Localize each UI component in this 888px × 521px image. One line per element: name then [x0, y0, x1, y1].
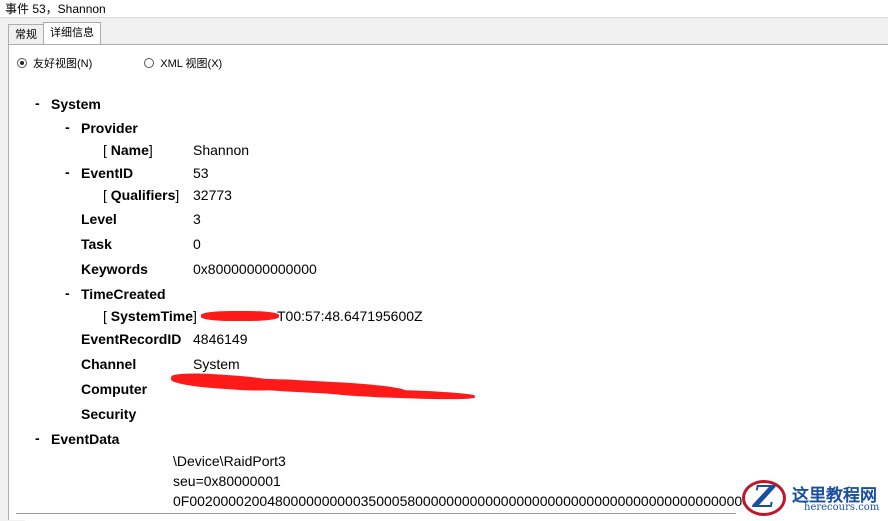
xml-view-label[interactable]: XML 视图(X)	[160, 55, 222, 71]
node-security: Security	[81, 406, 137, 422]
eventid-value: 53	[193, 165, 209, 181]
attr-qualifiers: [ Qualifiers]	[103, 187, 180, 203]
redaction-mark	[324, 387, 476, 401]
attr-systemtime-value: T00:57:48.647195600Z	[277, 308, 423, 324]
friendly-view-radio[interactable]	[17, 58, 27, 68]
tab-bar: 常规 详细信息	[8, 22, 101, 46]
eventdata-line: 0F00200002004800000000003500058000000000…	[173, 493, 753, 509]
view-options: 友好视图(N) XML 视图(X)	[17, 55, 274, 71]
node-channel: Channel	[81, 356, 137, 372]
node-level: Level	[81, 211, 117, 227]
node-system: System	[51, 96, 101, 112]
eventdata-line: seu=0x80000001	[173, 473, 281, 489]
collapse-eventid-toggle[interactable]: -	[65, 164, 70, 180]
tab-details[interactable]: 详细信息	[43, 22, 101, 46]
friendly-view-label[interactable]: 友好视图(N)	[33, 55, 92, 71]
collapse-provider-toggle[interactable]: -	[65, 119, 70, 135]
attr-name-key: Name	[110, 142, 149, 158]
watermark-logo-icon: Z	[742, 480, 786, 516]
task-value: 0	[193, 236, 201, 252]
level-value: 3	[193, 211, 201, 227]
keywords-value: 0x80000000000000	[193, 261, 317, 277]
xml-view-radio[interactable]	[144, 58, 155, 68]
eventrecordid-value: 4846149	[193, 331, 248, 347]
event-detail-tree: - System - Provider [ Name] Shannon - Ev…	[25, 81, 888, 521]
redaction-mark	[201, 311, 279, 321]
collapse-timecreated-toggle[interactable]: -	[65, 285, 70, 301]
node-computer: Computer	[81, 381, 148, 397]
node-eventdata: EventData	[51, 431, 120, 447]
collapse-eventdata-toggle[interactable]: -	[35, 430, 40, 446]
attr-systemtime: [ SystemTime]	[103, 308, 197, 324]
node-eventid: EventID	[81, 165, 134, 181]
node-task: Task	[81, 236, 112, 252]
watermark-url: herecours.com	[804, 502, 880, 513]
divider	[16, 513, 736, 514]
attr-name: [ Name]	[103, 142, 153, 158]
eventdata-line: \Device\RaidPort3	[173, 453, 286, 469]
attr-name-value: Shannon	[193, 142, 250, 158]
details-panel: 友好视图(N) XML 视图(X) - System - Provider [ …	[8, 44, 888, 521]
attr-qualifiers-key: Qualifiers	[110, 187, 176, 203]
window-title: 事件 53，Shannon	[0, 0, 888, 18]
tab-general[interactable]: 常规	[8, 24, 44, 45]
node-provider: Provider	[81, 120, 138, 136]
attr-systemtime-key: SystemTime	[110, 308, 194, 324]
node-keywords: Keywords	[81, 261, 148, 277]
attr-qualifiers-value: 32773	[193, 187, 232, 203]
node-eventrecordid: EventRecordID	[81, 331, 182, 347]
collapse-system-toggle[interactable]: -	[35, 95, 40, 111]
watermark: Z 这里教程网 herecours.com	[742, 478, 888, 520]
channel-value: System	[193, 356, 240, 372]
node-timecreated: TimeCreated	[81, 286, 166, 302]
